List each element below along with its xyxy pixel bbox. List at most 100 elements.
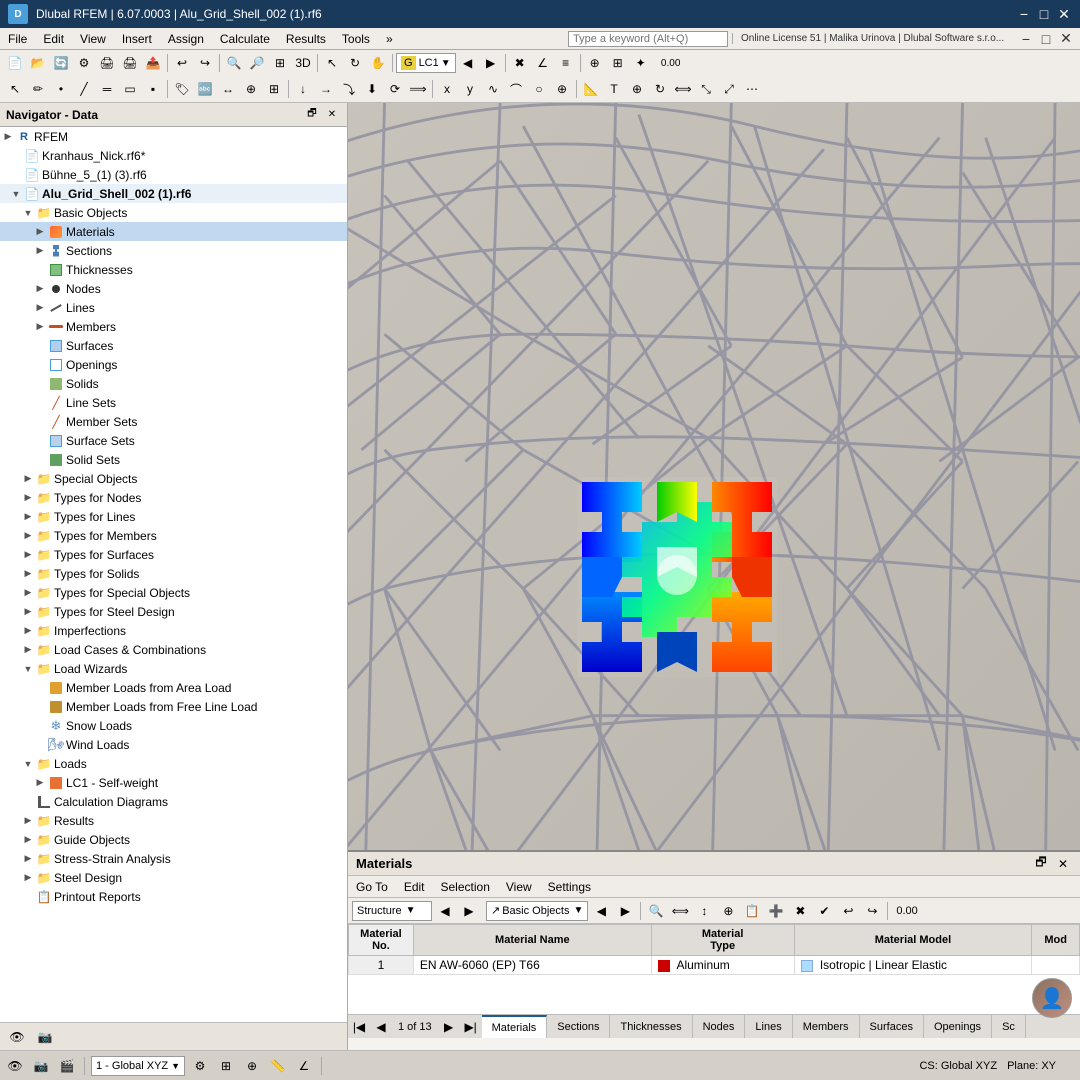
tb-print-preview[interactable]: 🖨 [96, 52, 118, 74]
tree-surfaces[interactable]: Surfaces [0, 336, 347, 355]
status-settings-btn[interactable]: ⚙ [189, 1055, 211, 1077]
tb2-arc[interactable]: ⌒ [505, 78, 527, 100]
tb2-mirror[interactable]: ⟺ [672, 78, 694, 100]
mat-tb-undo[interactable]: ↩ [837, 900, 859, 922]
tree-types-steel[interactable]: ▶ 📁 Types for Steel Design [0, 602, 347, 621]
tab-members[interactable]: Members [793, 1015, 860, 1038]
tb-open[interactable]: 📂 [27, 52, 49, 74]
tb2-load2[interactable]: → [315, 78, 337, 100]
tb-next-lc[interactable]: ▶ [480, 52, 502, 74]
mat-tb-add[interactable]: ➕ [765, 900, 787, 922]
tree-lines[interactable]: ▶ Lines [0, 298, 347, 317]
tree-surface-sets[interactable]: Surface Sets [0, 431, 347, 450]
tab-openings[interactable]: Openings [924, 1015, 992, 1038]
menu-file[interactable]: File [0, 28, 35, 50]
tb2-tag[interactable]: 🏷 [171, 78, 193, 100]
tree-lc1-selfweight[interactable]: ▶ LC1 - Self-weight [0, 773, 347, 792]
tb-3d[interactable]: 3D [292, 52, 314, 74]
tab-thicknesses[interactable]: Thicknesses [610, 1015, 692, 1038]
tree-members[interactable]: ▶ Members [0, 317, 347, 336]
tab-sc[interactable]: Sc [992, 1015, 1026, 1038]
search-input[interactable] [568, 31, 728, 47]
menu-edit[interactable]: Edit [35, 28, 72, 50]
tb2-load3[interactable]: ⤵ [338, 78, 360, 100]
status-eye-btn[interactable]: 👁 [4, 1055, 26, 1077]
basic-objects-dropdown[interactable]: ↗ Basic Objects ▼ [486, 901, 588, 921]
tree-calc-diagrams[interactable]: Calculation Diagrams [0, 792, 347, 811]
status-snap-btn[interactable]: ⊕ [241, 1055, 263, 1077]
mat-tb-paste[interactable]: 📋 [741, 900, 763, 922]
mat-tb-filter[interactable]: ⟺ [669, 900, 691, 922]
tb-prev-lc[interactable]: ◀ [457, 52, 479, 74]
tb-more1[interactable]: ≡ [555, 52, 577, 74]
tb-redo[interactable]: ↪ [194, 52, 216, 74]
tab-nav-last[interactable]: ▶| [460, 1015, 482, 1039]
tree-load-cases[interactable]: ▶ 📁 Load Cases & Combinations [0, 640, 347, 659]
tb-lc-dropdown[interactable]: G LC1 ▼ [396, 53, 456, 73]
tb-point[interactable]: ✖ [509, 52, 531, 74]
tb-print[interactable]: 🖨 [119, 52, 141, 74]
tree-types-special[interactable]: ▶ 📁 Types for Special Objects [0, 583, 347, 602]
panel-restore-btn[interactable]: □ [1038, 31, 1054, 47]
tree-basic-objects[interactable]: ▼ 📁 Basic Objects [0, 203, 347, 222]
tab-surfaces[interactable]: Surfaces [860, 1015, 924, 1038]
tree-types-surfaces[interactable]: ▶ 📁 Types for Surfaces [0, 545, 347, 564]
structure-dropdown[interactable]: Structure ▼ [352, 901, 432, 921]
mat-menu-settings[interactable]: Settings [540, 878, 599, 896]
menu-view[interactable]: View [72, 28, 114, 50]
tb2-curve[interactable]: ∿ [482, 78, 504, 100]
tree-results[interactable]: ▶ 📁 Results [0, 811, 347, 830]
tab-sections[interactable]: Sections [547, 1015, 610, 1038]
maximize-button[interactable]: □ [1036, 6, 1052, 22]
tb-export[interactable]: 📤 [142, 52, 164, 74]
panel-close-btn[interactable]: ✕ [1058, 31, 1074, 47]
tree-materials[interactable]: ▶ Materials [0, 222, 347, 241]
tree-sections[interactable]: ▶ Sections [0, 241, 347, 260]
tb2-grid[interactable]: ⊞ [263, 78, 285, 100]
nav-restore-btn[interactable]: 🗗 [303, 106, 321, 124]
nav-eye-btn[interactable]: 👁 [6, 1026, 28, 1048]
tb2-extras[interactable]: ⋯ [741, 78, 763, 100]
tab-nav-prev[interactable]: ◀ [370, 1015, 392, 1039]
tb2-label[interactable]: 🔤 [194, 78, 216, 100]
tb2-surface[interactable]: ▭ [119, 78, 141, 100]
materials-restore-btn[interactable]: 🗗 [1032, 855, 1050, 873]
tree-member-loads-line[interactable]: Member Loads from Free Line Load [0, 697, 347, 716]
mat-menu-goto[interactable]: Go To [348, 878, 396, 896]
mat-menu-edit[interactable]: Edit [396, 878, 433, 896]
tree-thicknesses[interactable]: Thicknesses [0, 260, 347, 279]
tb-select[interactable]: ↖ [321, 52, 343, 74]
tree-printout-reports[interactable]: 📋 Printout Reports [0, 887, 347, 906]
tb2-member[interactable]: ═ [96, 78, 118, 100]
tree-rfem-root[interactable]: ▶ R RFEM [0, 127, 347, 146]
status-measure-btn[interactable]: 📏 [267, 1055, 289, 1077]
mat-tb-next2[interactable]: ▶ [614, 900, 636, 922]
tree-steel-design[interactable]: ▶ 📁 Steel Design [0, 868, 347, 887]
tb-line-tool[interactable]: ∠ [532, 52, 554, 74]
mat-tb-copy[interactable]: ⊕ [717, 900, 739, 922]
tree-snow-loads[interactable]: ❄ Snow Loads [0, 716, 347, 735]
tb2-scale[interactable]: ⤡ [695, 78, 717, 100]
mat-tb-sort[interactable]: ↕ [693, 900, 715, 922]
menu-results[interactable]: Results [278, 28, 334, 50]
tb-pan[interactable]: ✋ [367, 52, 389, 74]
tb2-node[interactable]: • [50, 78, 72, 100]
tb2-circle[interactable]: ○ [528, 78, 550, 100]
coord-system-dropdown[interactable]: 1 - Global XYZ ▼ [91, 1056, 185, 1076]
tree-member-loads-area[interactable]: Member Loads from Area Load [0, 678, 347, 697]
tb2-rotate[interactable]: ↻ [649, 78, 671, 100]
status-camera-btn[interactable]: 📷 [30, 1055, 52, 1077]
tb2-dim[interactable]: ↔ [217, 78, 239, 100]
tree-guide-objects[interactable]: ▶ 📁 Guide Objects [0, 830, 347, 849]
tb2-load4[interactable]: ⬇ [361, 78, 383, 100]
nav-close-btn[interactable]: ✕ [323, 106, 341, 124]
tab-nodes[interactable]: Nodes [693, 1015, 746, 1038]
mat-tb-prev[interactable]: ◀ [434, 900, 456, 922]
status-angle-btn[interactable]: ∠ [293, 1055, 315, 1077]
tb2-extrude[interactable]: ⤢ [718, 78, 740, 100]
tb-more2[interactable]: ⊞ [607, 52, 629, 74]
close-button[interactable]: ✕ [1056, 6, 1072, 22]
mat-menu-view[interactable]: View [498, 878, 540, 896]
tb-zoom-out[interactable]: 🔎 [246, 52, 268, 74]
tree-line-sets[interactable]: ╱ Line Sets [0, 393, 347, 412]
